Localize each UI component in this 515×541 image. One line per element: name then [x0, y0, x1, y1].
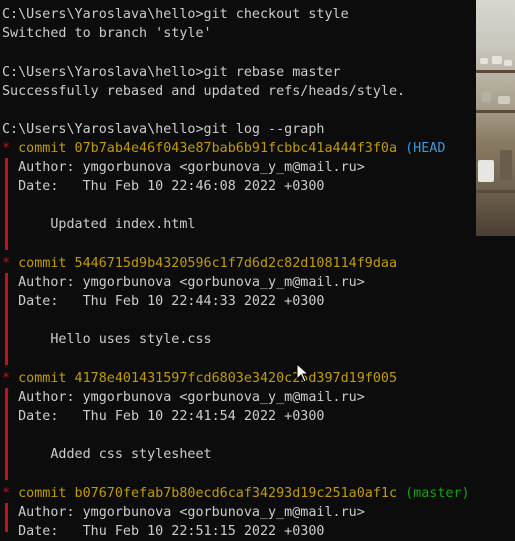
commit-hash: commit 5446715d9b4320596c1f7d6d2c82d1081…	[18, 256, 398, 271]
commit-header: * commit b07670fefab7b80ecd6caf34293d19c…	[2, 484, 470, 503]
graph-node: *	[2, 256, 19, 271]
webcam-overlay	[476, 0, 515, 236]
commit-author: Author: ymgorbunova <gorbunova_y_m@mail.…	[2, 390, 365, 405]
mouse-pointer-icon	[296, 363, 310, 383]
output-line-rebased: Successfully rebased and updated refs/he…	[2, 84, 406, 99]
graph-node: *	[2, 371, 19, 386]
commit-ref-master: (master)	[397, 486, 470, 501]
prompt-line-checkout: C:\Users\Yaroslava\hello>git checkout st…	[2, 7, 349, 22]
prompt-line-log: C:\Users\Yaroslava\hello>git log --graph	[2, 122, 325, 137]
commit-date: Date: Thu Feb 10 22:46:08 2022 +0300	[2, 179, 325, 194]
commit-header: * commit 4178e401431597fcd6803e3420c25d3…	[2, 369, 397, 388]
commit-hash: commit 07b7ab4e46f043e87bab6b91fcbbc41a4…	[18, 141, 398, 156]
commit-message: Hello uses style.css	[2, 332, 212, 347]
commit-header: * commit 07b7ab4e46f043e87bab6b91fcbbc41…	[2, 139, 445, 158]
commit-author: Author: ymgorbunova <gorbunova_y_m@mail.…	[2, 275, 365, 290]
terminal-window[interactable]: C:\Users\Yaroslava\hello>git checkout st…	[0, 0, 515, 539]
commit-message: Added css stylesheet	[2, 447, 212, 462]
graph-node: *	[2, 486, 19, 501]
commit-date: Date: Thu Feb 10 22:44:33 2022 +0300	[2, 294, 325, 309]
commit-date: Date: Thu Feb 10 22:41:54 2022 +0300	[2, 409, 325, 424]
output-line-switched: Switched to branch 'style'	[2, 26, 212, 41]
commit-message: Updated index.html	[2, 217, 196, 232]
commit-header: * commit 5446715d9b4320596c1f7d6d2c82d10…	[2, 254, 397, 273]
prompt-line-rebase: C:\Users\Yaroslava\hello>git rebase mast…	[2, 65, 341, 80]
commit-author: Author: ymgorbunova <gorbunova_y_m@mail.…	[2, 505, 365, 520]
commit-ref-head: (HEAD	[397, 141, 446, 156]
commit-hash: commit 4178e401431597fcd6803e3420c25d397…	[18, 371, 398, 386]
graph-node: *	[2, 141, 19, 156]
commit-author: Author: ymgorbunova <gorbunova_y_m@mail.…	[2, 160, 365, 175]
commit-hash: commit b07670fefab7b80ecd6caf34293d19c25…	[18, 486, 398, 501]
